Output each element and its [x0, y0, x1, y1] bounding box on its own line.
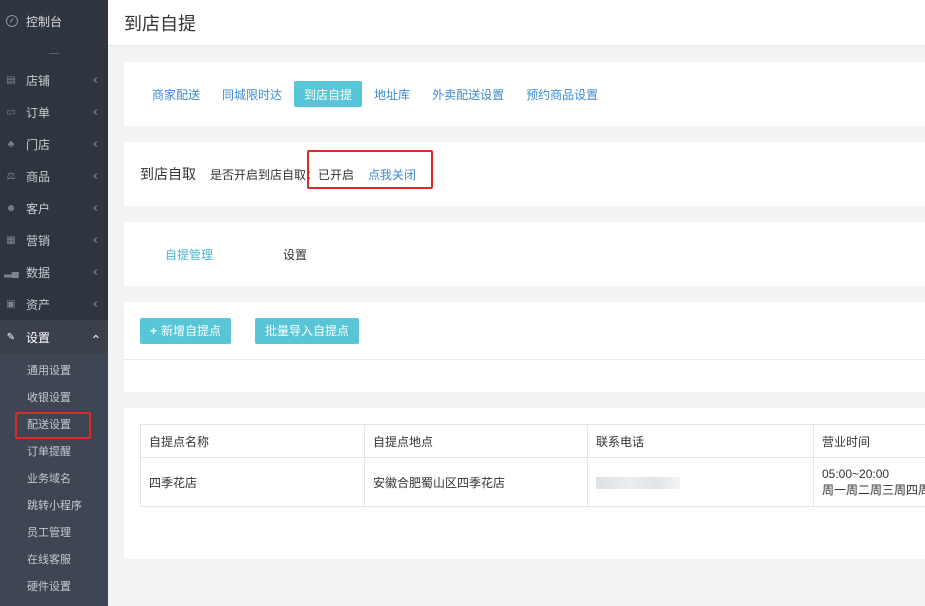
sidebar-item-label: 商品 [26, 169, 51, 184]
cell-name: 四季花店 [140, 457, 365, 507]
page-header: 到店自提 [108, 0, 925, 46]
sidebar-item-label: 店铺 [26, 73, 51, 88]
chevron-left-icon: ‹ [92, 265, 98, 280]
sidebar-item-assets[interactable]: ▣ 资产 ‹ [0, 288, 108, 320]
hours-days: 周一周二周三周四周五 [822, 483, 925, 497]
pickup-subtabs: 自提管理 设置 [124, 222, 925, 286]
wallet-icon: ▣ [6, 298, 16, 310]
scale-icon: ⚖ [6, 170, 16, 182]
tab-pickup-management[interactable]: 自提管理 [165, 246, 213, 263]
sidebar-item-label: 营销 [26, 233, 51, 248]
tab-address-book[interactable]: 地址库 [364, 81, 420, 107]
submenu-item-cashier[interactable]: 收银设置 [0, 383, 108, 410]
sidebar-item-dashboard[interactable]: 控制台 [0, 0, 108, 42]
cell-phone [587, 457, 814, 507]
sidebar-item-stores[interactable]: ♣ 门店 ‹ [0, 128, 108, 160]
chevron-left-icon: ‹ [92, 233, 98, 248]
pickup-points-panel: 自提点名称 自提点地点 联系电话 营业时间 四季花店 安徽合肥蜀山区四季花店 0… [124, 408, 925, 559]
chevron-left-icon: ‹ [92, 73, 98, 88]
tab-pickup-settings[interactable]: 设置 [283, 246, 307, 263]
chevron-left-icon: ‹ [92, 201, 98, 216]
import-pickup-points-button[interactable]: 批量导入自提点 [255, 317, 360, 344]
submenu-item-domain[interactable]: 业务域名 [0, 464, 108, 491]
column-header: 联系电话 [587, 424, 814, 458]
table-header-row: 自提点名称 自提点地点 联系电话 营业时间 [140, 424, 925, 458]
button-label: 新增自提点 [161, 324, 222, 338]
tab-store-pickup[interactable]: 到店自提 [294, 81, 363, 107]
store-icon: ▤ [6, 74, 16, 86]
submenu-item-label: 跳转小程序 [27, 499, 82, 512]
bar-chart-icon: ▂▄ [4, 266, 19, 278]
tab-merchant-delivery[interactable]: 商家配送 [142, 81, 210, 107]
submenu-item-order-reminder[interactable]: 订单提醒 [0, 437, 108, 464]
sidebar-item-label: 客户 [26, 201, 51, 216]
settings-submenu: 通用设置 收银设置 配送设置 订单提醒 业务域名 跳转小程序 员工管理 在线客服… [0, 354, 108, 606]
column-header: 自提点名称 [140, 424, 365, 458]
submenu-item-hardware[interactable]: 硬件设置 [0, 572, 108, 599]
button-label: 批量导入自提点 [265, 324, 350, 338]
main-content: 到店自提 商家配送 同城限时达 到店自提 地址库 外卖配送设置 预约商品设置 到… [108, 0, 925, 606]
sidebar-item-label: 资产 [26, 297, 51, 312]
sidebar-item-shop[interactable]: ▤ 店铺 ‹ [0, 64, 108, 96]
submenu-item-delivery[interactable]: 配送设置 [0, 410, 108, 439]
sitemap-icon: ♣ [7, 138, 15, 150]
plus-icon: + [150, 323, 158, 338]
tab-same-city[interactable]: 同城限时达 [212, 81, 292, 107]
chevron-left-icon: ‹ [92, 169, 98, 184]
tab-takeout-settings[interactable]: 外卖配送设置 [422, 81, 514, 107]
submenu-item-support[interactable]: 在线客服 [0, 545, 108, 572]
hours-time: 05:00~20:00 [822, 467, 890, 481]
action-bar: + 新增自提点 批量导入自提点 [124, 302, 925, 392]
submenu-item-general[interactable]: 通用设置 [0, 356, 108, 383]
sidebar-item-label: 设置 [26, 330, 51, 345]
chevron-down-icon: ‹ [87, 333, 103, 340]
sidebar-item-settings[interactable]: ✎ 设置 ‹ [0, 320, 108, 354]
sidebar: 控制台 ▤ 店铺 ‹ ▭ 订单 ‹ ♣ 门店 ‹ ⚖ 商品 ‹ ☻ 客户 ‹ ▦… [0, 0, 108, 606]
submenu-item-label: 订单提醒 [27, 445, 71, 458]
pickup-points-table: 自提点名称 自提点地点 联系电话 营业时间 四季花店 安徽合肥蜀山区四季花店 0… [140, 424, 925, 507]
sidebar-divider [0, 42, 108, 64]
sidebar-item-data[interactable]: ▂▄ 数据 ‹ [0, 256, 108, 288]
table-row[interactable]: 四季花店 安徽合肥蜀山区四季花店 05:00~20:00 周一周二周三周四周五 [140, 457, 925, 507]
submenu-item-label: 业务域名 [27, 472, 71, 485]
delivery-tabs: 商家配送 同城限时达 到店自提 地址库 外卖配送设置 预约商品设置 [124, 62, 925, 126]
add-pickup-point-button[interactable]: + 新增自提点 [140, 317, 232, 344]
sidebar-item-label: 订单 [26, 105, 51, 120]
column-header: 营业时间 [813, 424, 925, 458]
sidebar-item-marketing[interactable]: ▦ 营销 ‹ [0, 224, 108, 256]
submenu-item-label: 配送设置 [27, 418, 71, 431]
submenu-item-label: 硬件设置 [27, 580, 71, 593]
submenu-item-label: 通用设置 [27, 364, 71, 377]
sidebar-item-customers[interactable]: ☻ 客户 ‹ [0, 192, 108, 224]
pickup-title: 到店自取 [140, 166, 196, 182]
chevron-left-icon: ‹ [92, 297, 98, 312]
order-icon: ▭ [6, 106, 16, 118]
sidebar-item-label: 控制台 [26, 14, 63, 29]
compass-icon [6, 15, 18, 27]
highlight-box [307, 150, 433, 189]
submenu-item-label: 员工管理 [27, 526, 71, 539]
gift-icon: ▦ [6, 234, 16, 246]
submenu-item-staff[interactable]: 员工管理 [0, 518, 108, 545]
sidebar-item-label: 门店 [26, 137, 51, 152]
pickup-status-panel: 到店自取 是否开启到店自取：已开启 点我关闭 [124, 142, 925, 206]
tab-reservation-settings[interactable]: 预约商品设置 [516, 81, 608, 107]
users-icon: ☻ [5, 202, 17, 214]
page-title: 到店自提 [124, 13, 196, 34]
chevron-left-icon: ‹ [92, 105, 98, 120]
redacted-phone [596, 476, 680, 489]
submenu-item-label: 收银设置 [27, 391, 71, 404]
column-header: 自提点地点 [364, 424, 588, 458]
sidebar-item-orders[interactable]: ▭ 订单 ‹ [0, 96, 108, 128]
sidebar-item-products[interactable]: ⚖ 商品 ‹ [0, 160, 108, 192]
cell-address: 安徽合肥蜀山区四季花店 [364, 457, 588, 507]
sidebar-item-label: 数据 [26, 265, 51, 280]
chevron-left-icon: ‹ [92, 137, 98, 152]
submenu-item-miniprogram[interactable]: 跳转小程序 [0, 491, 108, 518]
wrench-icon: ✎ [6, 331, 16, 343]
cell-hours: 05:00~20:00 周一周二周三周四周五 [813, 457, 925, 507]
submenu-item-label: 在线客服 [27, 553, 71, 566]
